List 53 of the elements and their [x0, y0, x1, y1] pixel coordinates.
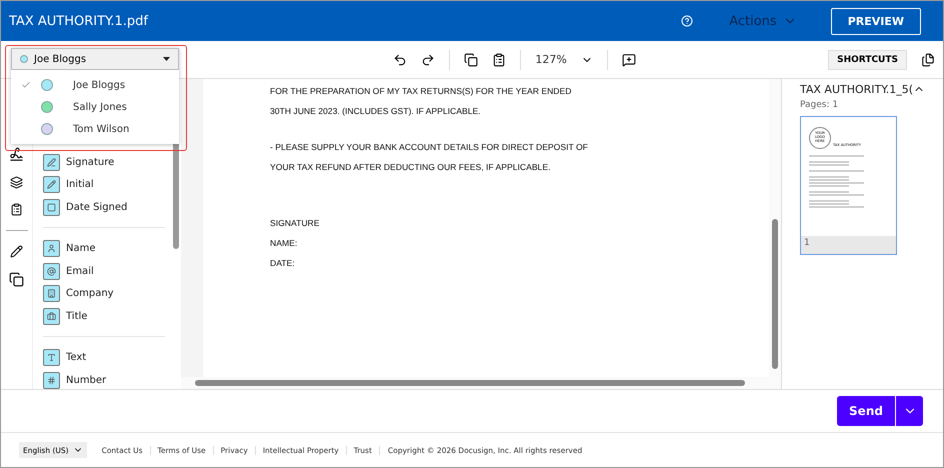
pencil-icon[interactable]	[10, 245, 23, 258]
page-number: 1	[801, 236, 896, 254]
recipient-select[interactable]: Joe Bloggs	[11, 48, 179, 70]
stack-icon[interactable]	[10, 176, 23, 189]
recipient-option[interactable]: Tom Wilson	[11, 118, 179, 140]
title-field-icon	[43, 308, 60, 325]
document-text: 30TH JUNE 2023. (INCLUDES GST). IF APPLICABLE.	[270, 105, 482, 118]
undo-icon[interactable]	[393, 52, 408, 66]
recipient-option[interactable]: Sally Jones	[11, 96, 179, 118]
redo-icon[interactable]	[421, 52, 436, 66]
number-field-icon	[43, 372, 60, 389]
caret-icon	[163, 57, 170, 61]
document-text: YOUR TAX REFUND AFTER DEDUCTING OUR FEES, IF APPLICABLE.	[270, 161, 552, 174]
send-options-button[interactable]	[895, 396, 923, 426]
recipient-option[interactable]: Joe Bloggs	[11, 74, 179, 96]
document-text: NAME:	[270, 237, 298, 250]
document-text: DATE:	[270, 257, 296, 270]
field-item[interactable]: Date Signed	[43, 196, 165, 218]
company-field-icon	[43, 285, 60, 302]
pages-icon[interactable]	[921, 52, 935, 66]
send-button[interactable]: Send	[837, 396, 895, 426]
document-text: - PLEASE SUPPLY YOUR BANK ACCOUNT DETAILS FOR DIRECT DEPOSIT OF	[270, 141, 589, 154]
copy-icon[interactable]	[9, 272, 24, 287]
comment-icon[interactable]	[622, 52, 636, 66]
shortcuts-button[interactable]: SHORTCUTS	[828, 50, 907, 70]
recipient-dot	[20, 55, 28, 63]
document-text: FOR THE PREPARATION OF MY TAX RETURNS(S) FOR THE YEAR ENDED	[270, 85, 572, 98]
zoom-level[interactable]: 127%	[535, 53, 567, 66]
field-item[interactable]: Name	[43, 238, 165, 260]
check-icon	[21, 80, 31, 90]
name-field-icon	[43, 240, 60, 258]
document-title: TAX AUTHORITY.1.pdf	[9, 14, 150, 28]
field-item[interactable]: Text	[43, 346, 165, 369]
signature-field-icon	[43, 154, 60, 171]
help-icon[interactable]	[681, 15, 694, 27]
preview-button[interactable]: PREVIEW	[830, 8, 921, 34]
copy-icon[interactable]	[464, 52, 478, 66]
document-name: TAX AUTHORITY.1_5(	[800, 83, 914, 96]
page-count: Pages: 1	[800, 100, 840, 110]
date-field-icon	[43, 198, 60, 216]
form-icon[interactable]	[10, 203, 23, 216]
initial-field-icon	[43, 176, 60, 194]
signature-icon[interactable]	[9, 147, 24, 162]
field-item[interactable]: Initial	[43, 174, 165, 196]
field-item[interactable]: Company	[43, 282, 165, 305]
paste-icon[interactable]	[492, 52, 506, 66]
email-field-icon	[43, 262, 60, 280]
field-item[interactable]: Number	[43, 369, 165, 389]
field-item[interactable]: Signature	[43, 151, 165, 174]
document-text: SIGNATURE	[270, 217, 320, 230]
field-item[interactable]: Email	[43, 260, 165, 282]
text-field-icon	[43, 349, 60, 366]
field-item[interactable]: Title	[43, 305, 165, 328]
